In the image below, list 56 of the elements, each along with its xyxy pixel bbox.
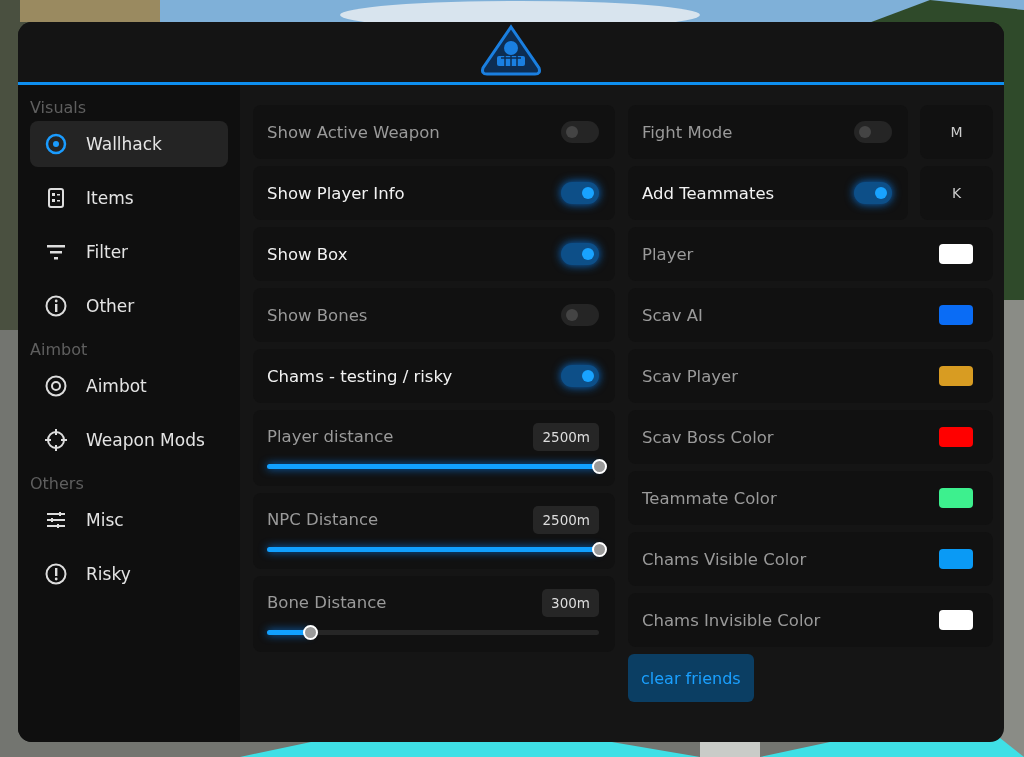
sidebar-item[interactable]: Wallhack <box>30 121 228 167</box>
toggle-switch[interactable] <box>561 304 599 326</box>
color-swatch[interactable] <box>939 610 973 630</box>
setting-label: Show Active Weapon <box>267 122 440 142</box>
sidebar-item[interactable]: Misc <box>30 497 228 543</box>
setting-label: NPC Distance <box>267 510 379 529</box>
clear-friends-button[interactable]: clear friends <box>628 654 754 702</box>
color-swatch[interactable] <box>939 549 973 569</box>
setting-label: Add Teammates <box>642 183 775 203</box>
setting-label: Player distance <box>267 427 394 446</box>
slider-thumb[interactable] <box>592 541 607 557</box>
setting-label: Scav Boss Color <box>642 427 774 447</box>
sidebar-item[interactable]: Weapon Mods <box>30 417 228 463</box>
setting-label: Show Player Info <box>267 183 405 203</box>
sidebar-item[interactable]: Risky <box>30 551 228 597</box>
setting-label: Fight Mode <box>642 122 733 142</box>
value-reading: 2500m <box>533 505 599 534</box>
value-reading: 300m <box>542 588 599 617</box>
eye-icon <box>44 132 68 156</box>
setting-label: Teammate Color <box>642 488 777 508</box>
toggle-switch[interactable] <box>561 182 599 204</box>
target-icon <box>44 374 68 398</box>
hotkey-button[interactable]: K <box>920 166 993 220</box>
setting-label: Bone Distance <box>267 593 387 612</box>
toggle-switch[interactable] <box>561 121 599 143</box>
color-swatch[interactable] <box>939 305 973 325</box>
toggle-switch[interactable] <box>561 365 599 387</box>
toggle-switch[interactable] <box>854 121 892 143</box>
slider-thumb[interactable] <box>592 458 607 474</box>
setting-label: Scav AI <box>642 305 703 325</box>
sidebar-item[interactable]: Other <box>30 283 228 329</box>
toggle-switch[interactable] <box>561 243 599 265</box>
setting-label: Show Bones <box>267 305 368 325</box>
color-swatch[interactable] <box>939 244 973 264</box>
sidebar-item[interactable]: Filter <box>30 229 228 275</box>
setting-label: Player <box>642 244 694 264</box>
crosshair-icon <box>44 428 68 452</box>
toggle-switch[interactable] <box>854 182 892 204</box>
section-heading: Aimbot <box>30 339 89 361</box>
setting-label: Show Box <box>267 244 348 264</box>
alert-icon <box>44 562 68 586</box>
setting-label: Chams Invisible Color <box>642 610 821 630</box>
sidebar-item[interactable]: Aimbot <box>30 363 228 409</box>
value-reading: 2500m <box>533 422 599 451</box>
section-heading: Others <box>30 473 85 495</box>
setting-label: Chams Visible Color <box>642 549 807 569</box>
color-swatch[interactable] <box>939 427 973 447</box>
hotkey-button[interactable]: M <box>920 105 993 159</box>
sidebar-item[interactable]: Items <box>30 175 228 221</box>
info-icon <box>44 294 68 318</box>
color-swatch[interactable] <box>939 488 973 508</box>
section-heading: Visuals <box>30 97 88 119</box>
setting-label: Scav Player <box>642 366 738 386</box>
slider-thumb[interactable] <box>303 624 319 640</box>
setting-label: Chams - testing / risky <box>267 366 453 386</box>
color-swatch[interactable] <box>939 366 973 386</box>
